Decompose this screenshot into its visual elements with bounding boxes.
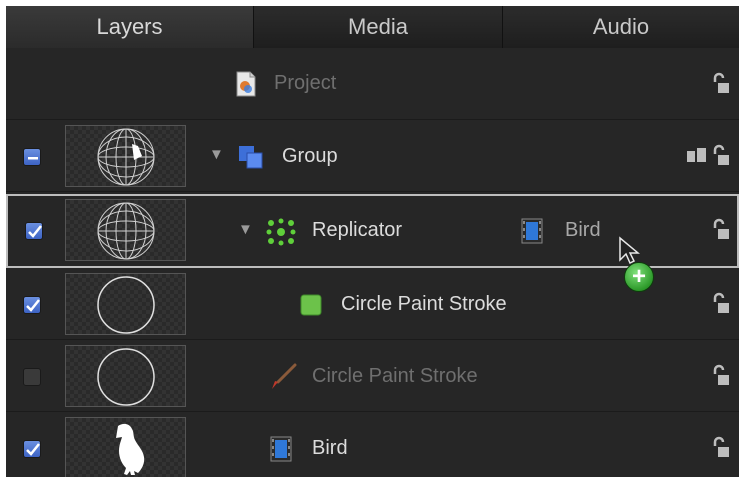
replicator-icon (266, 218, 296, 246)
film-strip-icon (521, 218, 543, 244)
brush-icon (272, 363, 297, 389)
layer-thumbnail (65, 125, 186, 187)
unlock-icon[interactable] (712, 218, 730, 242)
checkmark-icon (26, 443, 40, 456)
layer-thumbnail (65, 345, 186, 407)
layer-row-group[interactable]: ▼ Group (6, 120, 739, 192)
bird-silhouette-icon (116, 423, 145, 475)
sphere-grid-thumbnail-icon (97, 202, 155, 260)
layer-label: Project (274, 72, 337, 94)
layer-thumbnail (65, 199, 186, 261)
layer-label: Replicator (312, 219, 403, 241)
group-squares-icon (239, 146, 263, 169)
circle-thumbnail-icon (97, 348, 155, 406)
layer-label: Circle Paint Stroke (312, 365, 478, 387)
layer-row-bird[interactable]: Bird (6, 412, 739, 477)
layer-enable-checkbox[interactable] (23, 148, 41, 166)
tab-media[interactable]: Media (254, 6, 503, 48)
minus-icon (28, 157, 38, 160)
unlock-icon[interactable] (712, 144, 730, 168)
layer-label: Circle Paint Stroke (341, 293, 507, 315)
unlock-icon[interactable] (712, 436, 730, 460)
tab-layers[interactable]: Layers (6, 6, 254, 48)
layer-label: Group (282, 145, 338, 167)
layers-panel: Layers Media Audio Project ▼ Group ▼ Rep… (6, 6, 739, 477)
add-badge-icon: + (624, 262, 654, 292)
layer-thumbnail (65, 273, 186, 335)
layer-enable-checkbox[interactable] (23, 440, 41, 458)
layer-enable-checkbox[interactable] (23, 368, 41, 386)
tab-bar: Layers Media Audio (6, 6, 739, 48)
layer-row-project[interactable]: Project (6, 48, 739, 120)
checkmark-icon (26, 299, 40, 312)
replicator-source-label: Bird (565, 219, 601, 241)
checkmark-icon (28, 225, 42, 238)
unlock-icon[interactable] (712, 292, 730, 316)
sphere-grid-thumbnail-icon (97, 128, 155, 186)
unlock-icon[interactable] (712, 72, 730, 96)
layer-row-circle-paint-stroke-disabled[interactable]: Circle Paint Stroke (6, 340, 739, 412)
isolate-icon[interactable] (686, 146, 708, 166)
tab-audio[interactable]: Audio (503, 6, 739, 48)
film-strip-icon (270, 436, 292, 462)
layer-label: Bird (312, 437, 348, 459)
layer-enable-checkbox[interactable] (25, 222, 43, 240)
disclosure-triangle-icon[interactable]: ▼ (238, 221, 253, 238)
project-document-icon (236, 71, 256, 97)
unlock-icon[interactable] (712, 364, 730, 388)
disclosure-triangle-icon[interactable]: ▼ (209, 146, 224, 163)
layer-thumbnail (65, 417, 186, 477)
green-shape-icon (300, 294, 322, 316)
circle-thumbnail-icon (97, 276, 155, 334)
layer-enable-checkbox[interactable] (23, 296, 41, 314)
